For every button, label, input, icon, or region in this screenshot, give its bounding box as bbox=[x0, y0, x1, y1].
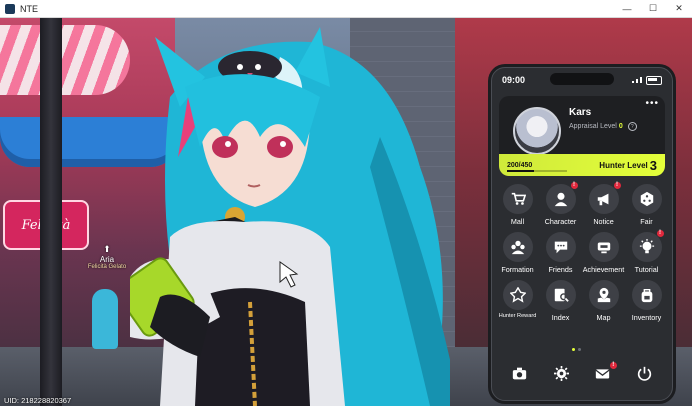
app-grid: Mall! Character! Notice Fair Formation Friend… bbox=[496, 182, 668, 322]
app-friends-button[interactable]: Friends bbox=[539, 232, 582, 274]
hunter-level-bar: 200/450 Hunter Level 3 bbox=[499, 154, 665, 176]
phone-status-bar: 09:00 bbox=[492, 68, 672, 92]
phone-menu: 09:00 Kars Appraisal Level 0 ? ••• 200/4… bbox=[491, 67, 673, 401]
megaphone-icon: ! bbox=[588, 182, 621, 214]
formation-icon bbox=[502, 232, 533, 262]
app-achievement-button[interactable]: Achievement bbox=[582, 232, 625, 274]
appraisal-value: 0 bbox=[618, 123, 623, 130]
dice-icon bbox=[631, 184, 662, 214]
backpack-icon bbox=[631, 280, 662, 310]
app-label: Tutorial bbox=[634, 265, 659, 274]
reward-icon bbox=[502, 280, 533, 310]
app-notice-button[interactable]: ! Notice bbox=[582, 182, 625, 226]
gear-icon bbox=[553, 366, 569, 386]
app-formation-button[interactable]: Formation bbox=[496, 232, 539, 274]
map-icon bbox=[588, 280, 619, 310]
exp-text: 200/450 bbox=[507, 161, 533, 169]
signal-icon bbox=[632, 77, 642, 83]
app-label: Achievement bbox=[582, 265, 625, 274]
phone-dock: ! bbox=[499, 360, 665, 392]
player-name: Kars bbox=[569, 107, 592, 118]
app-label: Friends bbox=[548, 265, 573, 274]
index-icon bbox=[545, 280, 576, 310]
more-options-button[interactable]: ••• bbox=[645, 98, 659, 109]
appraisal-level: Appraisal Level 0 ? bbox=[569, 122, 637, 131]
app-fair-button[interactable]: Fair bbox=[625, 184, 668, 226]
window-titlebar: NTE — ☐ ✕ bbox=[0, 0, 692, 18]
app-label: Mall bbox=[510, 217, 525, 226]
hunter-level-label: Hunter Level bbox=[599, 160, 648, 170]
app-hunter-reward-button[interactable]: Hunter Reward bbox=[496, 280, 539, 322]
close-button[interactable]: ✕ bbox=[666, 0, 692, 17]
info-icon[interactable]: ? bbox=[627, 122, 637, 131]
app-mall-button[interactable]: Mall bbox=[496, 184, 539, 226]
npc-figure[interactable] bbox=[92, 289, 118, 349]
app-label: Fair bbox=[640, 217, 653, 226]
game-scene[interactable]: Felicità ⬆ Aria Felicità Gelato bbox=[0, 17, 692, 406]
phone-notch bbox=[550, 73, 614, 85]
app-character-button[interactable]: ! Character bbox=[539, 182, 582, 226]
maximize-button[interactable]: ☐ bbox=[640, 0, 666, 17]
character-icon: ! bbox=[545, 182, 578, 214]
cart-icon bbox=[502, 184, 533, 214]
settings-button[interactable] bbox=[549, 364, 573, 388]
bulb-icon: ! bbox=[631, 230, 664, 262]
camera-button[interactable] bbox=[508, 364, 532, 388]
chat-bubble-icon bbox=[545, 232, 576, 262]
window-controls: — ☐ ✕ bbox=[614, 0, 692, 17]
app-label: Hunter Reward bbox=[498, 313, 537, 319]
app-tutorial-button[interactable]: ! Tutorial bbox=[625, 230, 668, 274]
app-label: Inventory bbox=[631, 313, 662, 322]
app-label: Character bbox=[544, 217, 577, 226]
app-index-button[interactable]: Index bbox=[539, 280, 582, 322]
exp-progress-fill bbox=[507, 170, 534, 172]
notification-badge: ! bbox=[609, 362, 617, 369]
notification-badge: ! bbox=[570, 182, 578, 189]
uid-label: UID: 218228820367 bbox=[4, 396, 72, 405]
player-character bbox=[130, 27, 450, 406]
app-logo-icon bbox=[5, 3, 15, 14]
battery-icon bbox=[646, 75, 662, 85]
app-inventory-button[interactable]: Inventory bbox=[625, 280, 668, 322]
mail-icon bbox=[595, 366, 610, 386]
avatar[interactable] bbox=[513, 107, 561, 155]
minimize-button[interactable]: — bbox=[614, 0, 640, 17]
exp-progress-track bbox=[507, 170, 567, 172]
profile-card[interactable]: Kars Appraisal Level 0 ? ••• 200/450 Hun… bbox=[499, 96, 665, 176]
notification-badge: ! bbox=[656, 230, 664, 237]
page-indicator bbox=[572, 348, 581, 351]
appraisal-label: Appraisal Level bbox=[569, 123, 617, 130]
power-icon bbox=[637, 366, 652, 386]
notification-badge: ! bbox=[613, 182, 621, 189]
trophy-icon bbox=[588, 232, 619, 262]
app-label: Index bbox=[551, 313, 570, 322]
mail-button[interactable]: ! bbox=[591, 362, 617, 388]
street-pole bbox=[40, 17, 62, 406]
camera-icon bbox=[512, 366, 527, 386]
phone-time: 09:00 bbox=[502, 75, 526, 85]
hunter-level-value: 3 bbox=[649, 157, 657, 173]
app-map-button[interactable]: Map bbox=[582, 280, 625, 322]
app-label: Formation bbox=[501, 265, 534, 274]
app-label: Notice bbox=[593, 217, 614, 226]
window-title: NTE bbox=[20, 3, 38, 14]
app-label: Map bbox=[596, 313, 611, 322]
power-button[interactable] bbox=[632, 364, 656, 388]
candy-sign-decoration bbox=[0, 25, 130, 95]
